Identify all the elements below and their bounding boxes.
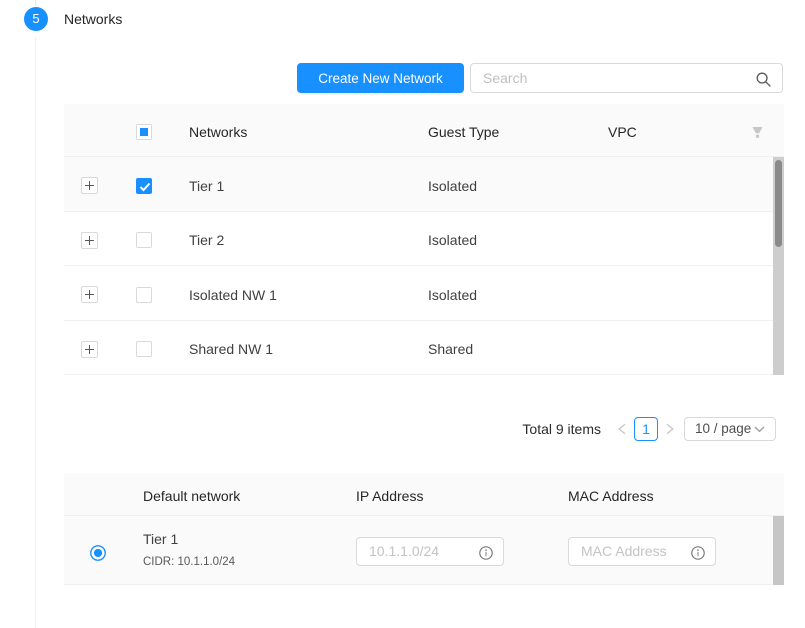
scrollbar-thumb[interactable] (775, 160, 782, 247)
filter-icon[interactable] (752, 127, 763, 138)
default-network-table-header: Default network IP Address MAC Address (64, 473, 784, 516)
info-circle-icon (691, 546, 705, 560)
column-header-default-network: Default network (127, 488, 340, 504)
info-circle-icon (479, 546, 493, 560)
radio-checked-icon (89, 544, 107, 562)
mac-address-input-box[interactable] (568, 537, 716, 566)
pagination-next-button[interactable] (658, 417, 682, 441)
ip-address-input[interactable] (369, 538, 474, 565)
select-all-checkbox[interactable] (136, 124, 152, 140)
pagination-total: Total 9 items (522, 416, 601, 442)
chevron-right-icon (665, 423, 675, 435)
expand-row-button[interactable] (81, 286, 98, 303)
expand-row-button[interactable] (81, 341, 98, 358)
search-input[interactable] (483, 64, 753, 92)
default-network-name-cell: Tier 1 CIDR: 10.1.1.0/24 (127, 532, 340, 568)
column-header-ip-address: IP Address (340, 488, 552, 504)
pagination-page-1[interactable]: 1 (634, 417, 658, 441)
pagination: Total 9 items 1 10 / page (64, 416, 784, 442)
network-row-shared-nw-1[interactable]: Shared NW 1 Shared (64, 321, 784, 376)
column-header-guest-type: Guest Type (412, 124, 592, 140)
table-scrollbar[interactable] (773, 516, 784, 585)
networks-table-header: Networks Guest Type VPC (64, 104, 784, 157)
default-network-name: Tier 1 (143, 532, 340, 547)
chevron-down-icon (754, 426, 765, 433)
default-network-radio[interactable] (89, 544, 107, 562)
networks-table: Networks Guest Type VPC Tier 1 Isolated (64, 104, 784, 375)
column-header-mac-address: MAC Address (552, 488, 773, 504)
check-icon (139, 182, 151, 192)
row-checkbox[interactable] (136, 287, 152, 303)
step-connector-top (35, 0, 36, 6)
expand-row-button[interactable] (81, 232, 98, 249)
step-connector-line (35, 37, 36, 628)
network-name: Tier 1 (173, 178, 412, 194)
row-checkbox[interactable] (136, 232, 152, 248)
networks-step-page: 5 Networks Create New Network Networks G… (0, 0, 805, 628)
filter-column-header (742, 126, 773, 137)
ip-address-cell (340, 536, 552, 565)
network-guest-type: Shared (412, 341, 592, 357)
mac-address-cell (552, 536, 773, 565)
mac-address-input[interactable] (581, 538, 686, 565)
networks-table-body: Tier 1 Isolated Tier 2 Isolated Isolated… (64, 157, 784, 375)
column-header-networks: Networks (173, 124, 412, 140)
network-name: Isolated NW 1 (173, 287, 412, 303)
create-new-network-button[interactable]: Create New Network (297, 63, 464, 93)
network-name: Tier 2 (173, 232, 412, 248)
network-row-tier2[interactable]: Tier 2 Isolated (64, 212, 784, 267)
step-number: 5 (32, 11, 39, 26)
row-checkbox[interactable] (136, 341, 152, 357)
chevron-left-icon (617, 423, 627, 435)
row-checkbox[interactable] (136, 178, 152, 194)
ip-address-input-box[interactable] (356, 537, 504, 566)
network-row-tier1[interactable]: Tier 1 Isolated (64, 157, 784, 212)
page-size-select[interactable]: 10 / page (684, 417, 776, 441)
network-guest-type: Isolated (412, 232, 592, 248)
expand-row-button[interactable] (81, 177, 98, 194)
pagination-prev-button[interactable] (610, 417, 634, 441)
network-row-isolated-nw-1[interactable]: Isolated NW 1 Isolated (64, 266, 784, 321)
page-size-value: 10 / page (695, 421, 751, 436)
network-guest-type: Isolated (412, 287, 592, 303)
search-box[interactable] (470, 63, 783, 93)
step-indicator: 5 (24, 7, 48, 31)
default-network-cidr: CIDR: 10.1.1.0/24 (143, 556, 340, 568)
default-network-row-tier1[interactable]: Tier 1 CIDR: 10.1.1.0/24 (64, 516, 784, 585)
network-name: Shared NW 1 (173, 341, 412, 357)
column-header-vpc: VPC (592, 124, 742, 140)
search-icon (756, 72, 771, 87)
table-scrollbar[interactable] (773, 157, 784, 375)
default-network-table: Default network IP Address MAC Address T… (64, 473, 784, 585)
step-title: Networks (64, 7, 122, 31)
network-guest-type: Isolated (412, 178, 592, 194)
